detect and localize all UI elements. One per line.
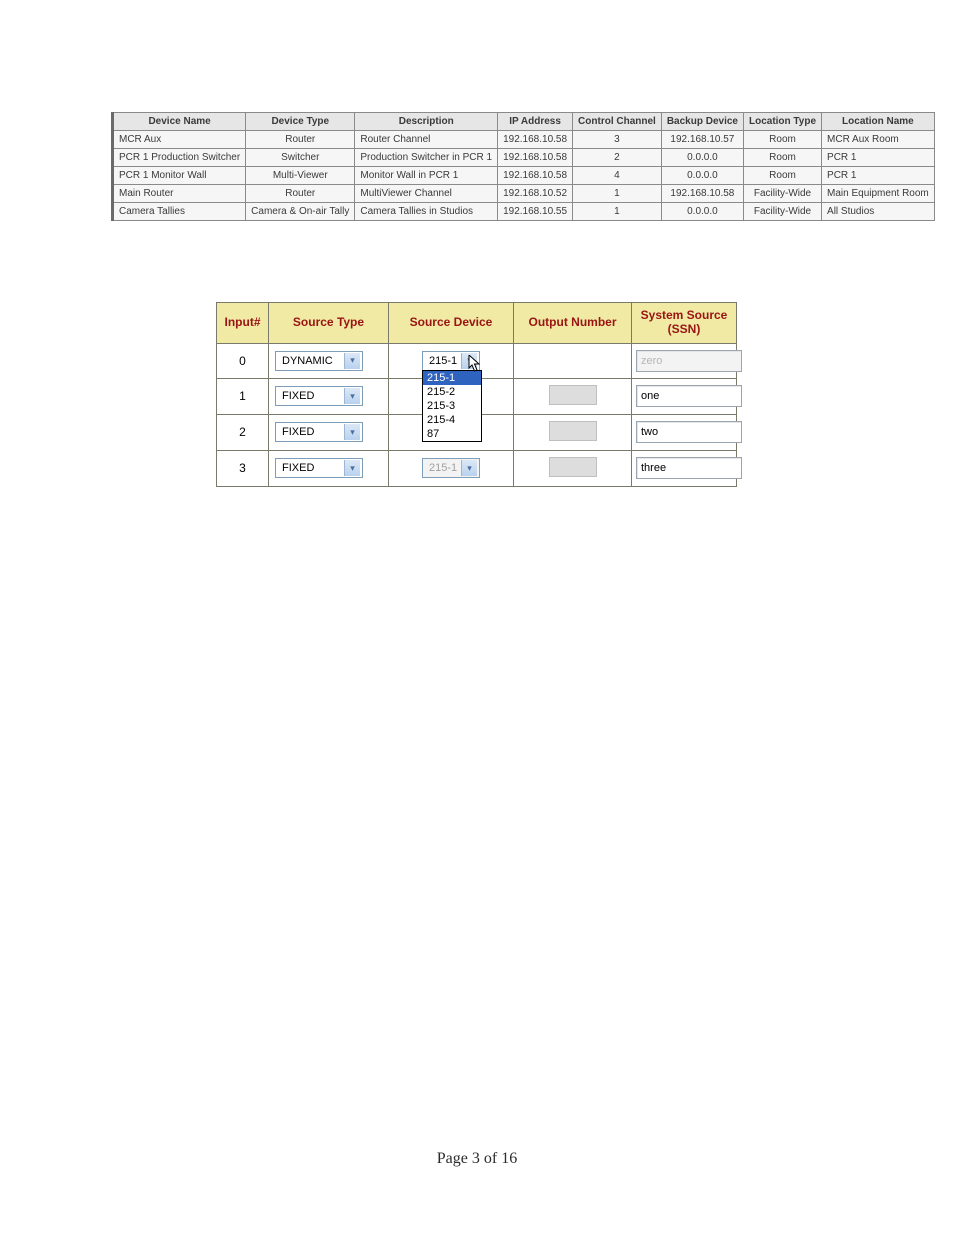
- source-device-value: 215-1: [429, 462, 457, 474]
- source-type-select[interactable]: FIXED ▾: [275, 458, 363, 478]
- cell-device-name: MCR Aux: [113, 131, 246, 149]
- chevron-down-icon: ▾: [344, 424, 360, 440]
- inputs-header-row: Input# Source Type Source Device Output …: [217, 303, 737, 344]
- col-source-device: Source Device: [389, 303, 514, 344]
- table-row: Main Router Router MultiViewer Channel 1…: [113, 185, 935, 203]
- col-output-number: Output Number: [514, 303, 632, 344]
- table-row: PCR 1 Monitor Wall Multi-Viewer Monitor …: [113, 167, 935, 185]
- output-number-box[interactable]: [549, 457, 597, 477]
- option-item[interactable]: 215-4: [423, 413, 481, 427]
- chevron-down-icon: ▾: [344, 353, 360, 369]
- cell-loctype: Room: [743, 131, 821, 149]
- col-location-name: Location Name: [822, 113, 935, 131]
- table-row: MCR Aux Router Router Channel 192.168.10…: [113, 131, 935, 149]
- ssn-input[interactable]: [636, 385, 742, 407]
- output-number-box[interactable]: [549, 421, 597, 441]
- table-row: Camera Tallies Camera & On-air Tally Cam…: [113, 203, 935, 221]
- chevron-down-icon: ▾: [344, 460, 360, 476]
- cell-input-number: 2: [217, 414, 269, 450]
- col-description: Description: [355, 113, 498, 131]
- col-location-type: Location Type: [743, 113, 821, 131]
- source-type-value: DYNAMIC: [282, 355, 333, 367]
- cell-description: Router Channel: [355, 131, 498, 149]
- source-type-value: FIXED: [282, 426, 314, 438]
- source-device-select[interactable]: 215-1 ▾: [422, 351, 480, 371]
- col-input-number: Input#: [217, 303, 269, 344]
- source-type-select[interactable]: FIXED ▾: [275, 386, 363, 406]
- cell-locname: MCR Aux Room: [822, 131, 935, 149]
- source-type-select[interactable]: FIXED ▾: [275, 422, 363, 442]
- chevron-down-icon: ▾: [461, 353, 477, 369]
- inputs-table: Input# Source Type Source Device Output …: [216, 302, 737, 487]
- source-type-value: FIXED: [282, 462, 314, 474]
- col-backup-device: Backup Device: [661, 113, 743, 131]
- chevron-down-icon: ▾: [461, 460, 477, 476]
- col-system-source: System Source (SSN): [632, 303, 737, 344]
- option-item[interactable]: 215-1: [423, 371, 481, 385]
- option-item[interactable]: 215-2: [423, 385, 481, 399]
- output-number-box[interactable]: [549, 385, 597, 405]
- cell-ctrl: 3: [573, 131, 662, 149]
- option-item[interactable]: 215-3: [423, 399, 481, 413]
- cell-input-number: 3: [217, 450, 269, 486]
- col-source-type: Source Type: [269, 303, 389, 344]
- option-item[interactable]: 87: [423, 427, 481, 441]
- ssn-input[interactable]: [636, 421, 742, 443]
- devices-table: Device Name Device Type Description IP A…: [111, 112, 935, 221]
- source-device-select: 215-1 ▾: [422, 458, 480, 478]
- cell-input-number: 1: [217, 378, 269, 414]
- output-number-cell: [520, 350, 625, 372]
- devices-header-row: Device Name Device Type Description IP A…: [113, 113, 935, 131]
- col-device-name: Device Name: [113, 113, 246, 131]
- source-device-value: 215-1: [429, 355, 457, 367]
- cell-device-type: Router: [246, 131, 355, 149]
- table-row: 3 FIXED ▾ 215-1 ▾: [217, 450, 737, 486]
- col-control-channel: Control Channel: [573, 113, 662, 131]
- source-type-select[interactable]: DYNAMIC ▾: [275, 351, 363, 371]
- source-type-value: FIXED: [282, 390, 314, 402]
- col-ip-address: IP Address: [498, 113, 573, 131]
- col-device-type: Device Type: [246, 113, 355, 131]
- cell-backup: 192.168.10.57: [661, 131, 743, 149]
- ssn-input[interactable]: [636, 457, 742, 479]
- table-row: PCR 1 Production Switcher Switcher Produ…: [113, 149, 935, 167]
- page-number: Page 3 of 16: [0, 1150, 954, 1168]
- chevron-down-icon: ▾: [344, 388, 360, 404]
- cell-input-number: 0: [217, 343, 269, 378]
- table-row: 0 DYNAMIC ▾ 215-1 ▾: [217, 343, 737, 378]
- cell-ip: 192.168.10.58: [498, 131, 573, 149]
- ssn-input: [636, 350, 742, 372]
- source-device-options[interactable]: 215-1 215-2 215-3 215-4 87: [422, 370, 482, 442]
